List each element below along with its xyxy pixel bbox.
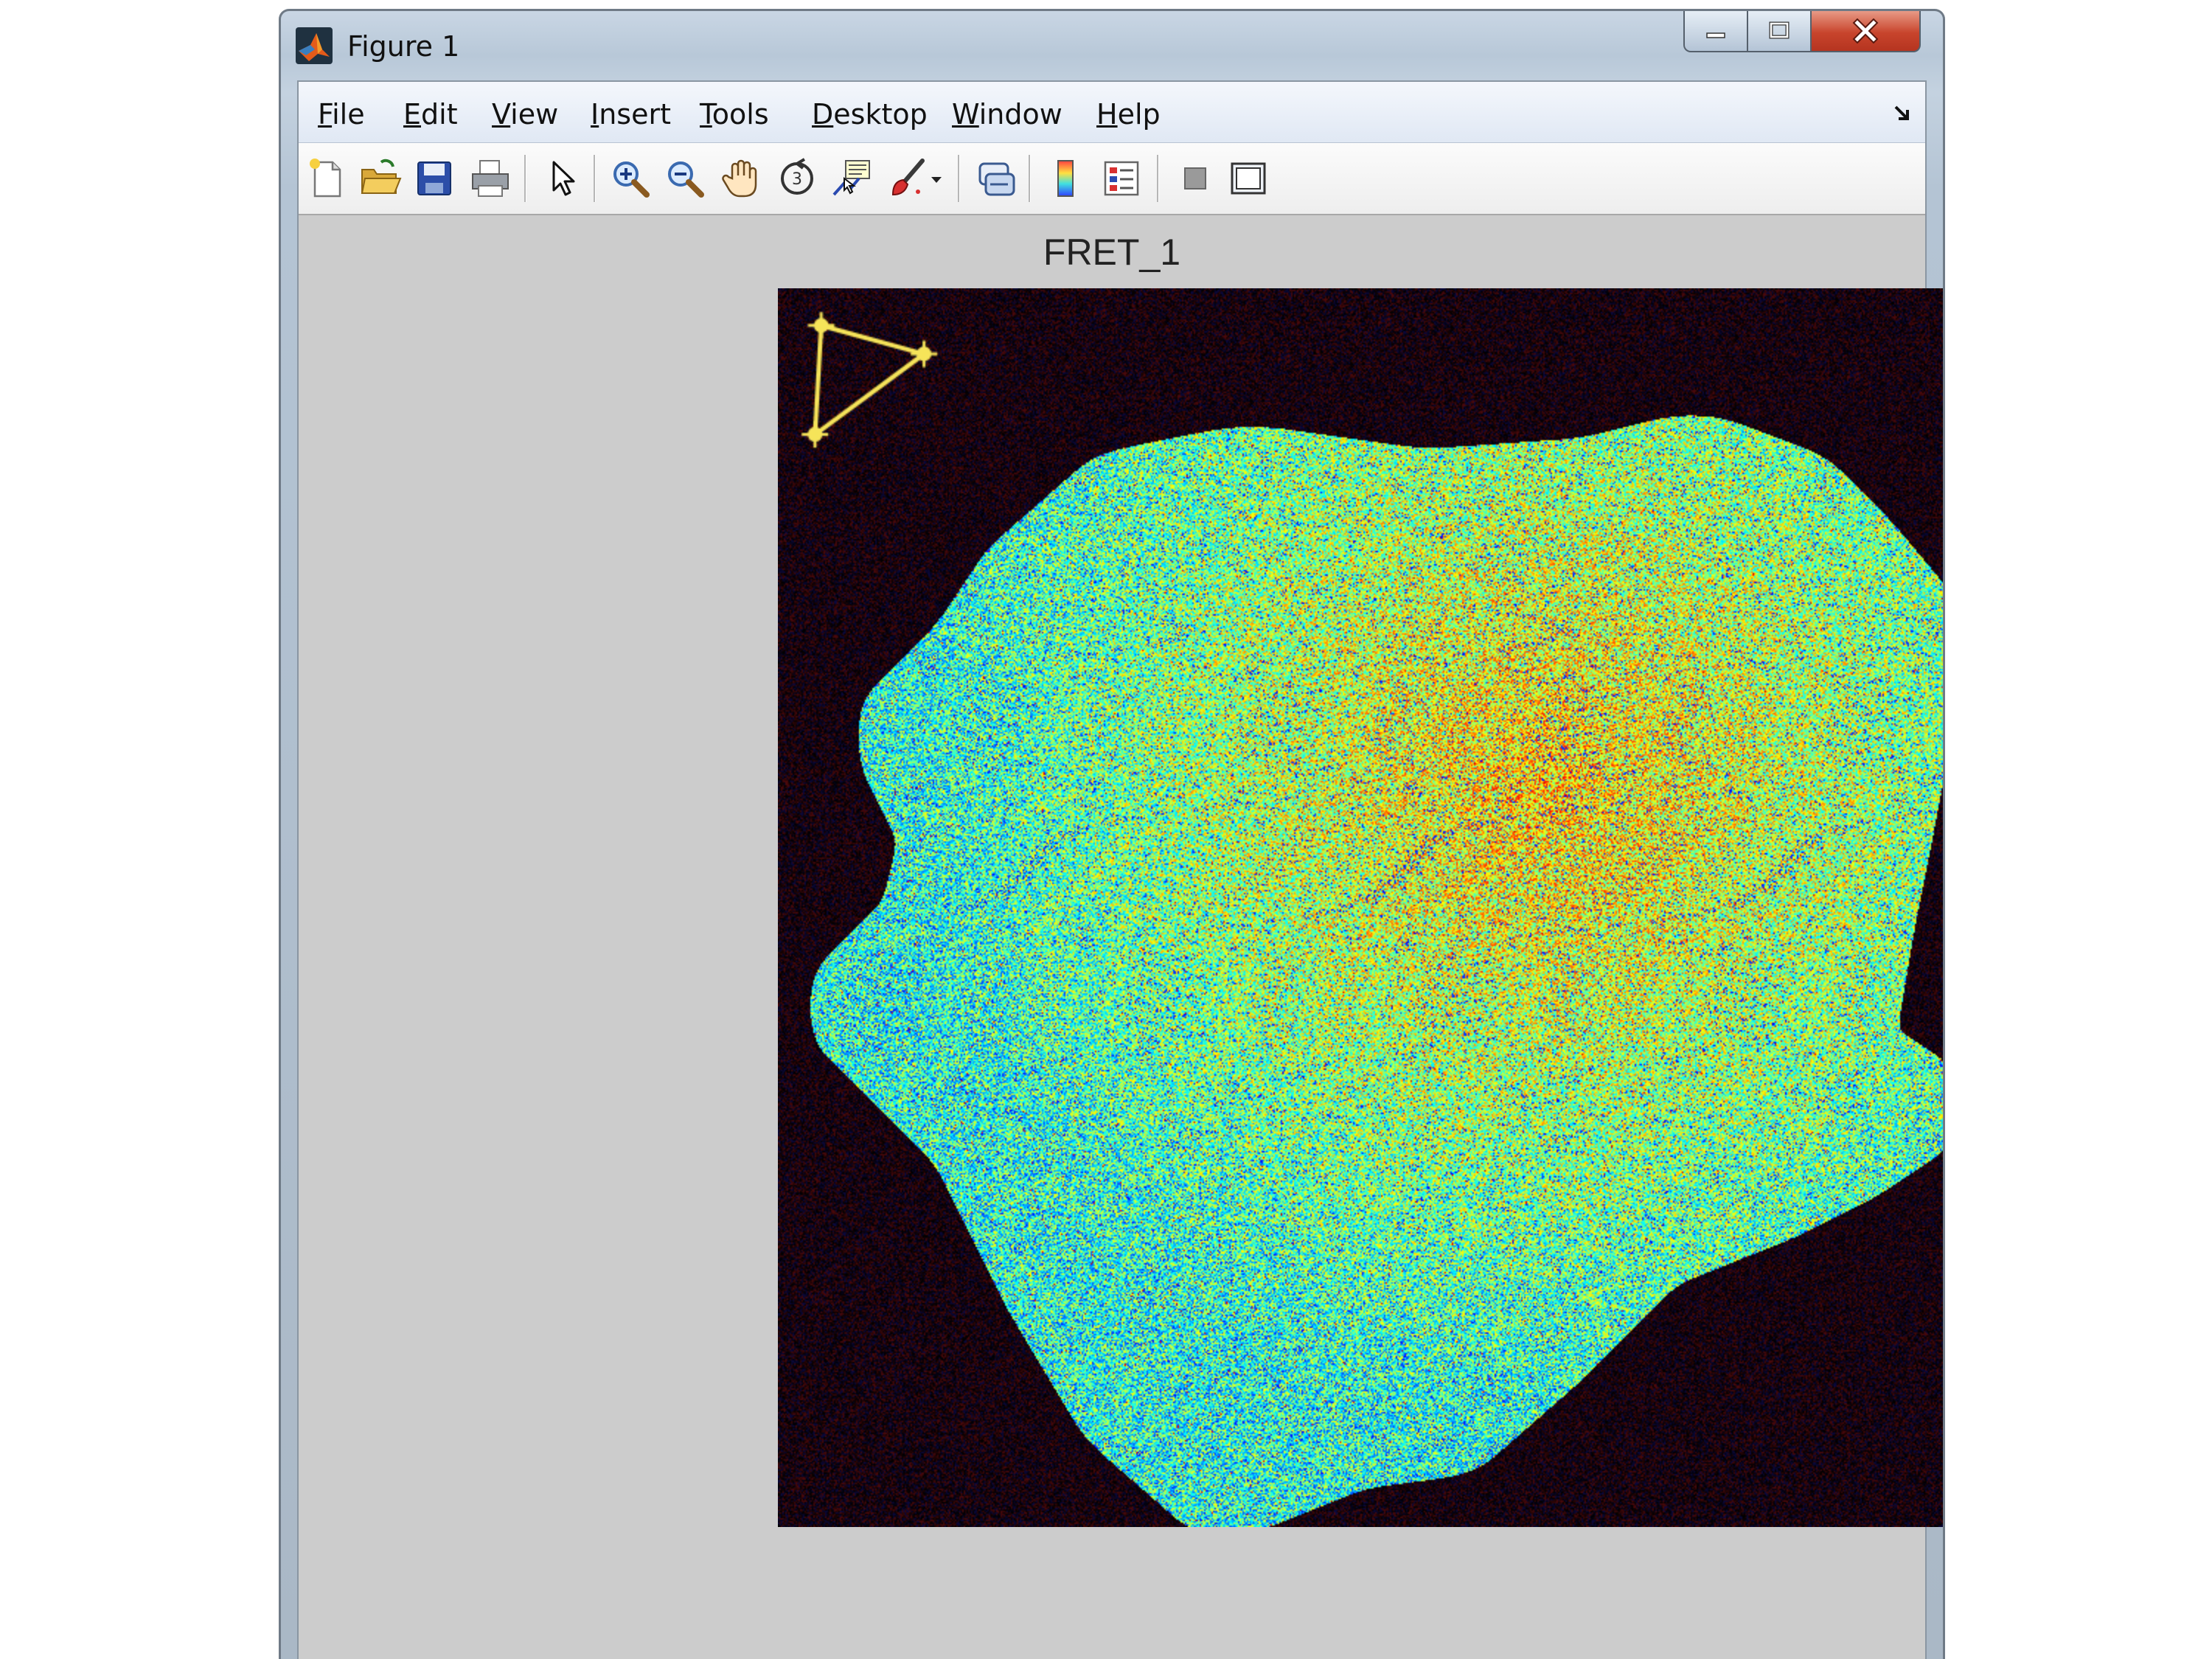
dock-arrow-icon[interactable] (1891, 102, 1913, 125)
open-file-icon[interactable] (358, 156, 402, 201)
figure-client-area: File Edit View Insert Tools Desktop Wind… (297, 80, 1943, 1659)
svg-text:3: 3 (792, 170, 802, 189)
hide-plot-tools-icon[interactable] (1173, 156, 1217, 201)
maximize-button[interactable] (1747, 11, 1812, 52)
save-icon[interactable] (412, 156, 456, 201)
menu-window-accel: W (952, 98, 979, 131)
axes-title: FRET_1 (1043, 232, 1181, 273)
menu-insert-rest: nsert (599, 98, 672, 131)
legend-icon[interactable] (1099, 156, 1144, 201)
minimize-icon (1706, 32, 1725, 38)
menu-tools-accel: T (700, 98, 712, 131)
menu-file-accel: F (318, 98, 333, 131)
menu-tools[interactable]: Tools (700, 98, 769, 131)
figure-toolbar: 3 (299, 143, 1925, 215)
toolbar-separator (1157, 155, 1159, 202)
zoom-in-icon[interactable] (608, 156, 653, 201)
colorbar-icon[interactable] (1043, 156, 1088, 201)
menu-file-rest: ile (332, 98, 365, 131)
data-cursor-icon[interactable] (830, 156, 874, 201)
menu-edit-accel: E (403, 98, 422, 131)
menu-edit-rest: dit (421, 98, 458, 131)
menu-insert[interactable]: Insert (591, 98, 671, 131)
menu-edit[interactable]: Edit (403, 98, 458, 131)
menu-window-rest: indow (978, 98, 1062, 131)
pan-hand-icon[interactable] (719, 156, 763, 201)
fret-image-axes[interactable] (778, 288, 1943, 1527)
toolbar-separator (958, 155, 960, 202)
menu-view-accel: V (492, 98, 511, 131)
menu-view[interactable]: View (492, 98, 558, 131)
menu-help[interactable]: Help (1096, 98, 1161, 131)
menu-bar: File Edit View Insert Tools Desktop Wind… (299, 82, 1925, 143)
close-icon (1852, 18, 1879, 44)
show-plot-tools-icon[interactable] (1226, 156, 1270, 201)
brush-icon[interactable] (886, 156, 930, 201)
close-button[interactable] (1810, 11, 1921, 52)
menu-tools-rest: ools (712, 98, 769, 131)
menu-desktop-rest: esktop (833, 98, 928, 131)
link-plot-icon[interactable] (974, 156, 1018, 201)
maximize-icon (1769, 21, 1790, 39)
menu-desktop-accel: D (812, 98, 834, 131)
matlab-logo-icon (296, 27, 333, 64)
toolbar-separator (524, 155, 526, 202)
menu-window[interactable]: Window (952, 98, 1062, 131)
menu-help-accel: H (1096, 98, 1118, 131)
title-bar[interactable]: Figure 1 (281, 11, 1943, 74)
dropdown-arrow-icon[interactable] (925, 156, 947, 201)
rotate-3d-icon[interactable]: 3 (775, 156, 819, 201)
toolbar-separator (594, 155, 596, 202)
menu-help-rest: elp (1117, 98, 1161, 131)
menu-file[interactable]: File (318, 98, 365, 131)
pointer-icon[interactable] (539, 156, 583, 201)
zoom-out-icon[interactable] (663, 156, 707, 201)
menu-desktop[interactable]: Desktop (812, 98, 928, 131)
new-figure-icon[interactable] (305, 156, 349, 201)
menu-view-rest: iew (510, 98, 559, 131)
print-icon[interactable] (468, 156, 512, 201)
toolbar-separator (1029, 155, 1031, 202)
figure-window: Figure 1 File Edit View Insert Tools Des… (279, 9, 1945, 1659)
minimize-button[interactable] (1683, 11, 1748, 52)
window-title: Figure 1 (347, 30, 460, 63)
menu-insert-accel: I (591, 98, 599, 131)
